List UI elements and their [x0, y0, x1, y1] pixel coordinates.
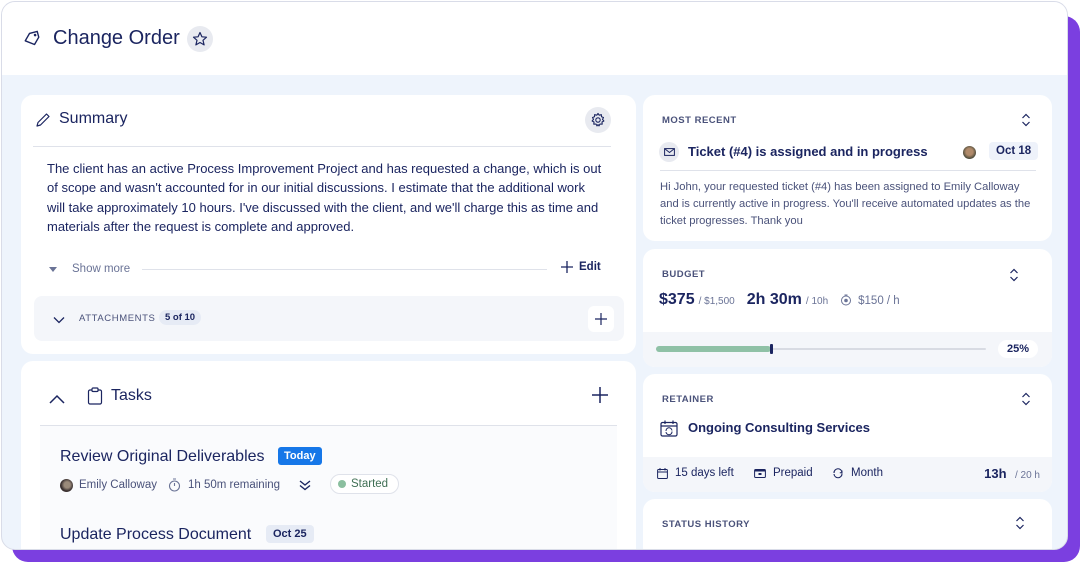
attachments-label: ATTACHMENTS: [79, 313, 156, 324]
show-more-divider: [142, 269, 547, 270]
avatar: [60, 479, 73, 492]
tag-icon: [22, 30, 42, 48]
favorite-button[interactable]: [187, 26, 213, 52]
pencil-icon: [35, 112, 51, 128]
budget-progress-percent: 25%: [998, 340, 1039, 358]
budget-progress-track: [656, 344, 986, 354]
retainer-label: RETAINER: [662, 394, 714, 405]
expand-collapse-icon[interactable]: [1009, 268, 1019, 282]
status-dot: [338, 480, 346, 488]
timer-icon: [168, 478, 181, 497]
recent-activity-date: Oct 18: [989, 142, 1039, 160]
summary-settings-button[interactable]: [585, 107, 611, 133]
task-meta: Emily Calloway 1h 50m remaining Started: [60, 474, 460, 497]
recent-divider: [660, 170, 1036, 171]
status-history-label: STATUS HISTORY: [662, 519, 750, 530]
tasks-card: Tasks Review Original Deliverables Today…: [21, 361, 636, 549]
summary-divider: [33, 146, 611, 147]
hourly-rate: $150 / h: [858, 295, 900, 307]
billing-text: Prepaid: [773, 467, 813, 479]
star-icon: [192, 31, 208, 46]
budget-progress-fill: [656, 346, 771, 352]
status-history-card: STATUS HISTORY: [643, 499, 1052, 549]
plus-icon: [561, 261, 573, 273]
retainer-period: Month: [832, 467, 883, 479]
budget-label: BUDGET: [662, 269, 706, 280]
due-today-badge: Today: [278, 447, 322, 465]
task-list: Review Original Deliverables Today Emily…: [40, 426, 617, 549]
wallet-icon: [754, 469, 766, 478]
hours-total: / 20 h: [1014, 470, 1040, 481]
page-title: Change Order: [53, 27, 180, 49]
change-order-window: Change Order Summary The client has an a…: [1, 1, 1068, 550]
task-assignee[interactable]: Emily Calloway: [79, 479, 157, 491]
retainer-title[interactable]: Ongoing Consulting Services: [688, 420, 870, 435]
budget-total: / $1,500: [698, 296, 735, 307]
chevron-down-icon[interactable]: [53, 311, 65, 329]
retainer-days-left: 15 days left: [657, 467, 734, 479]
retainer-card: RETAINER Ongoing Consulting Services 15 …: [643, 374, 1052, 492]
caret-down-icon[interactable]: [49, 267, 57, 272]
expand-collapse-icon[interactable]: [1015, 516, 1025, 530]
recent-activity-title[interactable]: Ticket (#4) is assigned and in progress: [688, 144, 928, 159]
task-title[interactable]: Review Original Deliverables: [60, 448, 265, 466]
expand-collapse-icon[interactable]: [1021, 113, 1031, 127]
avatar: [963, 146, 976, 159]
edit-label: Edit: [579, 261, 601, 273]
hours-used: 13h: [984, 466, 1007, 481]
show-more-button[interactable]: Show more: [72, 263, 130, 275]
rate-icon: [840, 293, 852, 311]
add-task-button[interactable]: [591, 386, 609, 409]
retainer-hours: 13h / 20 h: [984, 465, 1040, 483]
status-label: Started: [351, 478, 389, 490]
priority-low-icon[interactable]: [298, 478, 312, 497]
expand-collapse-icon[interactable]: [1021, 392, 1031, 406]
period-text: Month: [851, 467, 883, 479]
clipboard-icon: [87, 387, 103, 410]
time-spent: 2h 30m: [746, 291, 802, 308]
gear-icon: [591, 112, 605, 127]
page-header: Change Order: [2, 2, 1067, 75]
budget-spent: $375: [659, 291, 695, 308]
most-recent-label: MOST RECENT: [662, 115, 737, 126]
due-date-badge: Oct 25: [266, 525, 314, 543]
mail-icon: [659, 142, 679, 162]
status-badge[interactable]: Started: [330, 474, 400, 494]
budget-progress-handle[interactable]: [770, 344, 773, 354]
time-total: / 10h: [805, 296, 829, 307]
calendar-refresh-icon: [660, 420, 678, 442]
budget-figures: $375 / $1,500 2h 30m / 10h $150 / h: [659, 291, 900, 309]
days-left-text: 15 days left: [675, 467, 734, 479]
retainer-details-row: 15 days left Prepaid Month 13h / 20 h: [643, 457, 1052, 492]
recent-activity-body: Hi John, your requested ticket (#4) has …: [660, 181, 1031, 227]
tasks-title: Tasks: [111, 387, 152, 404]
add-attachment-button[interactable]: [588, 306, 614, 332]
attachments-section[interactable]: ATTACHMENTS 5 of 10: [34, 296, 624, 341]
show-more-row: Show more Edit: [47, 261, 607, 278]
most-recent-card: MOST RECENT Ticket (#4) is assigned and …: [643, 95, 1052, 241]
time-remaining: 1h 50m remaining: [188, 479, 281, 491]
plus-icon: [595, 313, 607, 325]
budget-card: BUDGET $375 / $1,500 2h 30m / 10h $150 /…: [643, 249, 1052, 367]
summary-title: Summary: [59, 110, 128, 127]
retainer-billing: Prepaid: [754, 467, 813, 479]
edit-button[interactable]: Edit: [561, 261, 601, 273]
plus-icon: [592, 387, 608, 403]
budget-progress-row: 25%: [643, 332, 1052, 367]
recurring-icon: [833, 468, 843, 479]
calendar-icon: [657, 467, 668, 479]
task-title[interactable]: Update Process Document: [60, 526, 251, 544]
attachments-count-badge: 5 of 10: [159, 310, 202, 325]
summary-text: The client has an active Process Improve…: [47, 161, 602, 234]
summary-card: Summary The client has an active Process…: [21, 95, 636, 354]
chevron-up-icon[interactable]: [49, 391, 65, 409]
